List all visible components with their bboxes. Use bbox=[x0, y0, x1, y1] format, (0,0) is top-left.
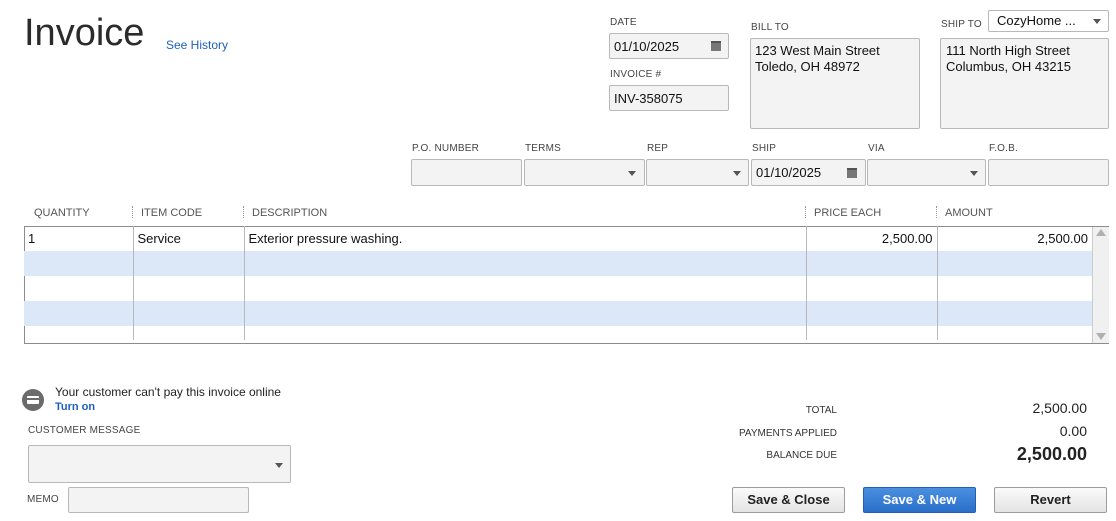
po-number-label: P.O. NUMBER bbox=[412, 143, 480, 154]
cell-item-code[interactable] bbox=[132, 301, 244, 326]
rep-dropdown[interactable] bbox=[646, 159, 749, 186]
chevron-down-icon bbox=[1093, 19, 1101, 24]
save-close-button[interactable]: Save & Close bbox=[732, 487, 845, 513]
column-quantity[interactable]: QUANTITY bbox=[34, 207, 90, 219]
cell-quantity[interactable] bbox=[24, 251, 133, 276]
column-separator[interactable] bbox=[805, 206, 806, 218]
chevron-down-icon bbox=[628, 171, 636, 176]
column-amount[interactable]: AMOUNT bbox=[945, 207, 993, 219]
column-description[interactable]: DESCRIPTION bbox=[252, 207, 327, 219]
balance-due-label: BALANCE DUE bbox=[766, 450, 837, 461]
column-item-code[interactable]: ITEM CODE bbox=[141, 207, 202, 219]
bill-to-label: BILL TO bbox=[751, 22, 789, 33]
chevron-down-icon bbox=[733, 171, 741, 176]
table-row[interactable] bbox=[24, 301, 1092, 326]
po-number-field[interactable] bbox=[411, 159, 522, 186]
invoice-number-field[interactable]: INV-358075 bbox=[609, 85, 729, 111]
cell-item-code[interactable]: Service bbox=[132, 226, 244, 251]
bill-to-line1: 123 West Main Street bbox=[755, 43, 880, 58]
rep-label: REP bbox=[647, 143, 669, 154]
payments-applied-value: 0.00 bbox=[1059, 423, 1087, 439]
calendar-icon[interactable] bbox=[847, 168, 857, 178]
via-dropdown[interactable] bbox=[867, 159, 986, 186]
see-history-link[interactable]: See History bbox=[166, 38, 228, 52]
ship-to-line2: Columbus, OH 43215 bbox=[946, 59, 1072, 74]
scroll-down-icon[interactable] bbox=[1096, 333, 1106, 340]
cell-quantity[interactable] bbox=[24, 276, 133, 301]
cell-price-each[interactable]: 2,500.00 bbox=[805, 226, 937, 251]
customer-message-label: CUSTOMER MESSAGE bbox=[28, 425, 141, 436]
cell-item-code[interactable] bbox=[132, 326, 244, 340]
cell-quantity[interactable]: 1 bbox=[24, 226, 133, 251]
grid-scrollbar[interactable] bbox=[1092, 227, 1109, 343]
ship-to-label: SHIP TO bbox=[941, 19, 982, 30]
invoice-number-value: INV-358075 bbox=[614, 91, 683, 106]
ship-date-value: 01/10/2025 bbox=[756, 165, 822, 180]
table-row[interactable] bbox=[24, 326, 1092, 340]
chevron-down-icon bbox=[970, 171, 978, 176]
revert-button[interactable]: Revert bbox=[994, 487, 1107, 513]
terms-label: TERMS bbox=[525, 143, 561, 154]
page-title: Invoice bbox=[24, 12, 145, 54]
cell-quantity[interactable] bbox=[24, 301, 133, 326]
date-label: DATE bbox=[610, 17, 637, 28]
cell-price-each[interactable] bbox=[805, 326, 937, 340]
turn-on-link[interactable]: Turn on bbox=[55, 401, 95, 413]
cell-description[interactable] bbox=[243, 301, 806, 326]
cell-price-each[interactable] bbox=[805, 276, 937, 301]
cell-price-each[interactable] bbox=[805, 251, 937, 276]
cell-description[interactable] bbox=[243, 326, 806, 340]
cell-quantity[interactable] bbox=[24, 326, 133, 340]
date-value: 01/10/2025 bbox=[614, 39, 680, 54]
fob-field[interactable] bbox=[988, 159, 1109, 186]
ship-to-selector-value: CozyHome ... bbox=[997, 13, 1076, 28]
cell-amount[interactable] bbox=[936, 301, 1092, 326]
cell-description[interactable] bbox=[243, 276, 806, 301]
calendar-icon[interactable] bbox=[711, 41, 721, 51]
online-payment-message: Your customer can't pay this invoice onl… bbox=[55, 385, 281, 399]
line-items-table: 1 Service Exterior pressure washing. 2,5… bbox=[24, 226, 1092, 340]
cell-amount[interactable]: 2,500.00 bbox=[936, 226, 1092, 251]
column-separator[interactable] bbox=[132, 206, 133, 218]
ship-date-field[interactable]: 01/10/2025 bbox=[751, 159, 866, 186]
ship-to-field[interactable]: 111 North High Street Columbus, OH 43215 bbox=[940, 38, 1109, 129]
total-label: TOTAL bbox=[805, 405, 837, 416]
memo-label: MEMO bbox=[27, 494, 59, 505]
cell-amount[interactable] bbox=[936, 326, 1092, 340]
customer-message-dropdown[interactable] bbox=[28, 445, 291, 483]
ship-to-selector[interactable]: CozyHome ... bbox=[988, 10, 1109, 32]
cell-item-code[interactable] bbox=[132, 276, 244, 301]
column-separator[interactable] bbox=[243, 206, 244, 218]
terms-dropdown[interactable] bbox=[524, 159, 645, 186]
cell-description[interactable]: Exterior pressure washing. bbox=[243, 226, 806, 251]
table-row[interactable]: 1 Service Exterior pressure washing. 2,5… bbox=[24, 226, 1092, 251]
cell-amount[interactable] bbox=[936, 276, 1092, 301]
balance-due-value: 2,500.00 bbox=[1016, 444, 1087, 464]
cell-description[interactable] bbox=[243, 251, 806, 276]
save-new-button[interactable]: Save & New bbox=[863, 487, 976, 513]
total-value: 2,500.00 bbox=[1032, 400, 1088, 416]
cell-price-each[interactable] bbox=[805, 301, 937, 326]
via-label: VIA bbox=[868, 143, 885, 154]
ship-to-line1: 111 North High Street bbox=[946, 43, 1070, 58]
column-price-each[interactable]: PRICE EACH bbox=[814, 207, 881, 219]
fob-label: F.O.B. bbox=[989, 143, 1018, 154]
column-separator[interactable] bbox=[936, 206, 937, 218]
bill-to-field[interactable]: 123 West Main Street Toledo, OH 48972 bbox=[750, 38, 920, 129]
date-field[interactable]: 01/10/2025 bbox=[609, 33, 729, 59]
cell-item-code[interactable] bbox=[132, 251, 244, 276]
scroll-up-icon[interactable] bbox=[1096, 229, 1106, 236]
cell-amount[interactable] bbox=[936, 251, 1092, 276]
invoice-number-label: INVOICE # bbox=[610, 69, 662, 80]
ship-date-label: SHIP bbox=[752, 143, 777, 154]
chevron-down-icon bbox=[275, 463, 283, 468]
table-row[interactable] bbox=[24, 276, 1092, 301]
credit-card-icon bbox=[22, 389, 44, 411]
bill-to-line2: Toledo, OH 48972 bbox=[755, 59, 860, 74]
payments-applied-label: PAYMENTS APPLIED bbox=[739, 428, 837, 439]
memo-field[interactable] bbox=[68, 487, 249, 513]
table-row[interactable] bbox=[24, 251, 1092, 276]
